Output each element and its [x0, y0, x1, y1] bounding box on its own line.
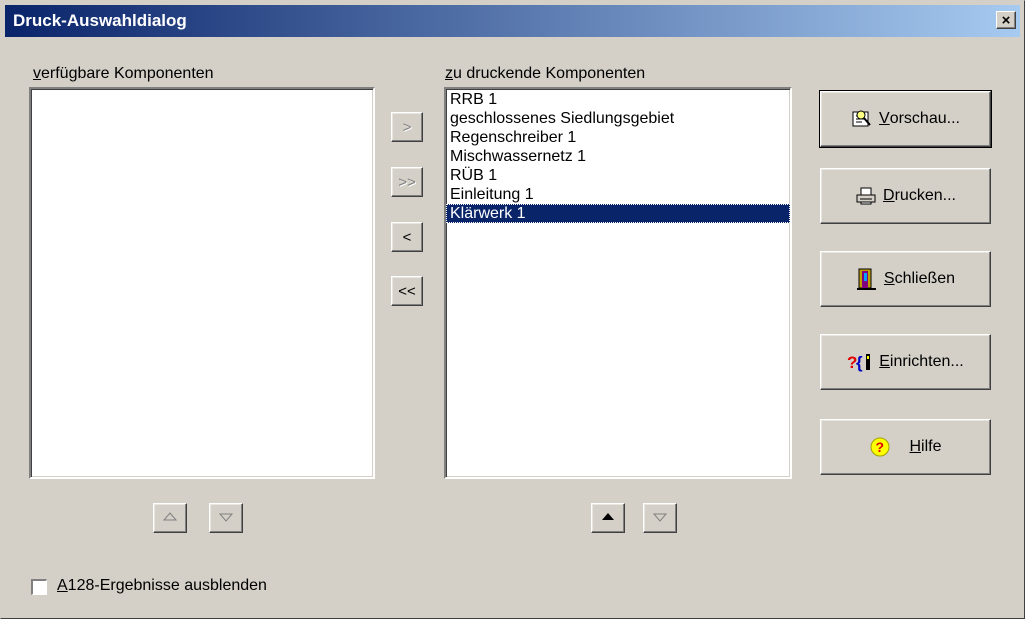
- list-item[interactable]: Mischwassernetz 1: [446, 147, 790, 166]
- available-move-up-button[interactable]: [153, 503, 187, 533]
- printer-icon: [855, 186, 877, 206]
- list-item[interactable]: RÜB 1: [446, 166, 790, 185]
- list-item[interactable]: Klärwerk 1: [446, 204, 790, 223]
- add-all-button[interactable]: >>: [391, 167, 423, 197]
- svg-text:?: ?: [876, 439, 885, 455]
- preview-button[interactable]: Vorschau...: [819, 90, 992, 148]
- help-button[interactable]: ? Hilfe: [820, 419, 991, 475]
- door-exit-icon: [856, 267, 878, 291]
- available-components-label: verfügbare Komponenten: [33, 65, 214, 82]
- list-item[interactable]: Einleitung 1: [446, 185, 790, 204]
- available-components-list[interactable]: [29, 87, 375, 479]
- remove-button[interactable]: <: [391, 222, 423, 252]
- close-dialog-button[interactable]: Schließen: [820, 251, 991, 307]
- close-button[interactable]: ×: [996, 11, 1016, 29]
- selected-move-down-button[interactable]: [643, 503, 677, 533]
- print-button[interactable]: Drucken...: [820, 168, 991, 224]
- help-icon: ?: [869, 436, 891, 458]
- svg-text:{: {: [856, 353, 863, 372]
- triangle-down-icon: [218, 509, 234, 527]
- list-item[interactable]: geschlossenes Siedlungsgebiet: [446, 109, 790, 128]
- selected-components-label: zu druckende Komponenten: [445, 65, 646, 82]
- add-button[interactable]: >: [391, 112, 423, 142]
- triangle-down-icon: [652, 509, 668, 527]
- preview-icon: [851, 109, 873, 129]
- selected-components-list[interactable]: RRB 1 geschlossenes Siedlungsgebiet Regens…: [444, 87, 792, 479]
- hide-a128-results-label[interactable]: A128-Ergebnisse ausblenden: [57, 577, 267, 595]
- title-bar[interactable]: Druck-Auswahldialog ×: [5, 5, 1020, 37]
- list-item[interactable]: RRB 1: [446, 90, 790, 109]
- remove-all-button[interactable]: <<: [391, 276, 423, 306]
- available-move-down-button[interactable]: [209, 503, 243, 533]
- window-title: Druck-Auswahldialog: [13, 11, 187, 30]
- close-icon: ×: [1001, 11, 1011, 29]
- list-item[interactable]: Regenschreiber 1: [446, 128, 790, 147]
- setup-button[interactable]: ? { Einrichten...: [820, 334, 991, 390]
- hide-a128-results-checkbox[interactable]: [31, 579, 47, 595]
- print-selection-dialog: Druck-Auswahldialog × verfügbare Kompone…: [0, 0, 1025, 619]
- selected-move-up-button[interactable]: [591, 503, 625, 533]
- triangle-up-icon: [601, 509, 615, 527]
- triangle-up-icon: [162, 509, 178, 527]
- setup-icon: ? {: [847, 351, 873, 373]
